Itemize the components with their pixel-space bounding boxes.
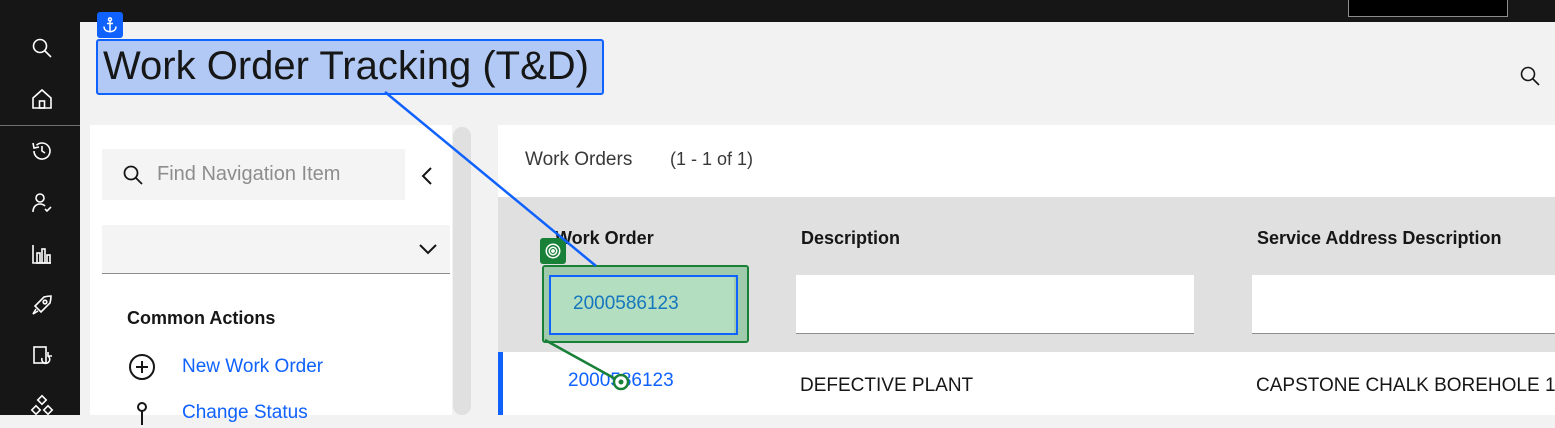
table-title: Work Orders (525, 149, 633, 170)
nav-dropdown[interactable] (102, 225, 450, 274)
nav-scrollbar[interactable] (453, 127, 471, 415)
top-bar-field[interactable] (1348, 0, 1508, 17)
left-rail (0, 22, 80, 416)
history-icon[interactable] (28, 137, 56, 165)
column-header-description[interactable]: Description (801, 228, 900, 249)
row-description: DEFECTIVE PLANT (800, 375, 974, 396)
add-circle-icon (127, 352, 157, 382)
new-work-order-action[interactable]: New Work Order (127, 352, 323, 382)
rail-divider (0, 125, 80, 126)
common-actions-heading: Common Actions (127, 308, 276, 328)
description-filter[interactable] (796, 275, 1194, 334)
selected-row-indicator (498, 352, 503, 415)
user-check-icon[interactable] (28, 189, 56, 217)
status-icon (127, 398, 157, 428)
action-label[interactable]: Change Status (182, 402, 308, 424)
chevron-down-icon (419, 244, 437, 255)
service-address-filter[interactable] (1252, 275, 1555, 334)
chevron-left-icon (421, 167, 432, 185)
nav-search-input[interactable] (157, 163, 397, 186)
search-icon[interactable] (28, 34, 56, 62)
collapse-nav-button[interactable] (414, 162, 440, 190)
action-label[interactable]: New Work Order (182, 356, 323, 378)
service-address-filter-input[interactable] (1252, 275, 1555, 333)
target-inner-highlight (549, 275, 738, 335)
work-order-link[interactable]: 2000586123 (568, 370, 674, 392)
page-title: Work Order Tracking (T&D) (103, 44, 589, 88)
row-service-address: CAPSTONE CHALK BOREHOLE 1 U (1256, 375, 1555, 396)
rocket-icon[interactable] (28, 291, 56, 319)
search-icon (123, 165, 143, 185)
structure-icon[interactable] (28, 392, 56, 420)
chart-icon[interactable] (28, 240, 56, 268)
top-bar (0, 0, 1555, 22)
nav-search-field[interactable] (102, 149, 405, 200)
workflow-icon[interactable] (28, 342, 56, 370)
change-status-action[interactable]: Change Status (127, 398, 308, 428)
home-icon[interactable] (28, 85, 56, 113)
record-count: (1 - 1 of 1) (670, 149, 754, 169)
target-icon (540, 238, 566, 264)
column-header-service-address[interactable]: Service Address Description (1257, 228, 1501, 249)
column-header-work-order[interactable]: Work Order (555, 228, 654, 249)
description-filter-input[interactable] (796, 275, 1194, 333)
anchor-icon (97, 12, 123, 38)
header-search-icon[interactable] (1518, 64, 1546, 92)
